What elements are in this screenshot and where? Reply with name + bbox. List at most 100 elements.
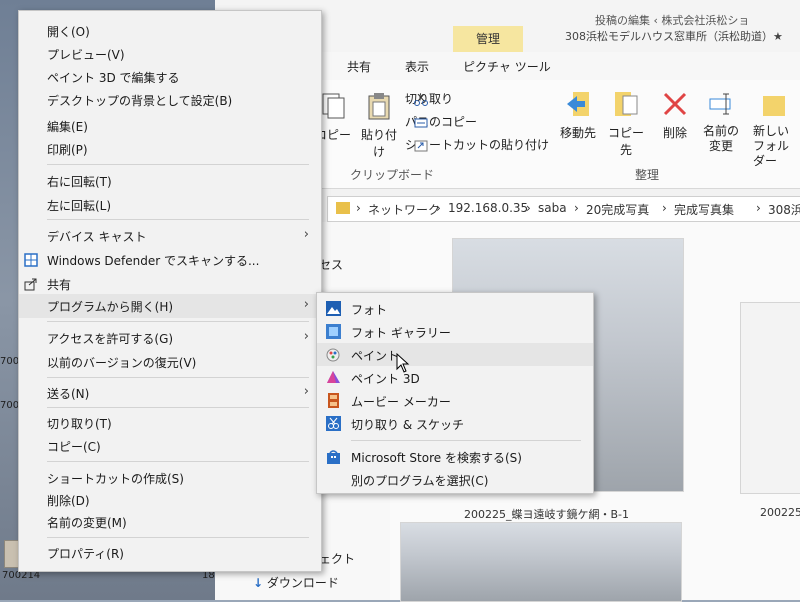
clipboard-icon	[366, 92, 392, 120]
delete-label: 削除	[662, 126, 687, 140]
menu-item-give-access[interactable]: アクセスを許可する(G) ›	[19, 326, 321, 350]
chevron-right-icon: ›	[303, 227, 309, 242]
rename-button[interactable]: 名前の 変更	[699, 90, 743, 154]
browser-tab-title[interactable]: 投稿の編集 ‹ 株式会社浜松ショ	[595, 12, 749, 28]
new-folder-icon	[761, 90, 787, 118]
menu-item-defender-scan[interactable]: Windows Defender でスキャンする...	[19, 248, 321, 272]
chevron-right-icon: ›	[303, 297, 309, 312]
menu-item-device-cast[interactable]: デバイス キャスト ›	[19, 224, 321, 248]
submenu-item-search-store[interactable]: Microsoft Store を検索する(S)	[317, 445, 593, 468]
breadcrumb-folder[interactable]: 20完成写真	[586, 201, 649, 218]
desktop-file-label: 700	[0, 400, 20, 411]
paste-button[interactable]: 貼り付け	[357, 92, 401, 160]
thumbnail-filename: 200225_蝶ヨ遠岐す鏡ケ網・B-1	[464, 508, 630, 521]
menu-item-create-shortcut[interactable]: ショートカットの作成(S)	[19, 466, 321, 490]
chevron-right-icon: ›	[303, 329, 309, 344]
window-title: 308浜松モデルハウス窓車所（浜松助道）★	[565, 30, 783, 43]
folder-icon	[336, 202, 350, 214]
breadcrumb-folder[interactable]: 完成写真集	[674, 201, 734, 218]
breadcrumb-separator: ›	[662, 201, 667, 215]
photos-app-icon	[326, 301, 341, 316]
copy-to-label: コピー先	[607, 126, 644, 157]
menu-item-print[interactable]: 印刷(P)	[19, 137, 321, 161]
address-bar[interactable]: › ネットワーク › 192.168.0.35 › saba › 20完成写真 …	[327, 196, 800, 222]
menu-item-cut[interactable]: 切り取り(T)	[19, 411, 321, 435]
group-label-organize: 整理	[635, 168, 660, 182]
menu-item-edit-paint3d[interactable]: ペイント 3D で編集する	[19, 65, 321, 89]
menu-item-restore-previous-versions[interactable]: 以前のバージョンの復元(V)	[19, 350, 321, 374]
image-thumbnail[interactable]	[740, 302, 800, 494]
submenu-item-choose-another-app[interactable]: 別のプログラムを選択(C)	[317, 468, 593, 491]
nav-downloads[interactable]: ↓ ダウンロード	[253, 574, 339, 591]
menu-item-set-desktop-background[interactable]: デスクトップの背景として設定(B)	[19, 88, 321, 112]
submenu-item-label: フォト ギャラリー	[351, 326, 451, 340]
submenu-item-snip-sketch[interactable]: 切り取り & スケッチ	[317, 412, 593, 435]
menu-item-properties[interactable]: プロパティ(R)	[19, 541, 321, 565]
breadcrumb-network[interactable]: ネットワーク	[368, 201, 440, 218]
menu-item-label: Windows Defender でスキャンする...	[47, 254, 260, 268]
menu-item-rotate-right[interactable]: 右に回転(T)	[19, 169, 321, 193]
submenu-item-paint-3d[interactable]: ペイント 3D	[317, 366, 593, 389]
scissors-icon	[414, 93, 428, 106]
menu-item-label: 削除(D)	[47, 494, 90, 508]
tab-picture-tools[interactable]: ピクチャ ツール	[463, 58, 551, 75]
rename-label-line2: 変更	[708, 139, 733, 153]
menu-item-label: アクセスを許可する(G)	[47, 332, 174, 346]
breadcrumb-host[interactable]: 192.168.0.35	[448, 201, 528, 215]
breadcrumb-folder[interactable]: 308浜	[768, 201, 800, 218]
breadcrumb-share[interactable]: saba	[538, 201, 567, 215]
breadcrumb-separator: ›	[756, 201, 761, 215]
menu-item-label: ペイント 3D で編集する	[47, 71, 180, 85]
delete-button[interactable]: 削除	[655, 90, 695, 141]
nav-3d-objects[interactable]: ェクト	[319, 550, 355, 567]
move-to-button[interactable]: 移動先	[555, 90, 601, 141]
snip-sketch-icon	[326, 416, 341, 431]
open-with-submenu: フォト フォト ギャラリー ペイント ペイント 3D ムービー メーカー 切り取…	[316, 292, 594, 494]
nav-quick-access[interactable]: セス	[319, 256, 343, 273]
menu-item-send-to[interactable]: 送る(N) ›	[19, 381, 321, 405]
menu-separator	[351, 440, 581, 441]
breadcrumb-separator: ›	[436, 201, 441, 215]
path-icon	[414, 117, 428, 129]
cut-button[interactable]: 切り取り	[405, 90, 453, 107]
menu-item-label: 切り取り(T)	[47, 417, 112, 431]
group-label-clipboard: クリップボード	[350, 168, 435, 182]
rename-label-line1: 名前の	[702, 124, 739, 138]
menu-item-label: 名前の変更(M)	[47, 516, 127, 530]
menu-item-open-with[interactable]: プログラムから開く(H) ›	[19, 294, 321, 318]
menu-item-edit[interactable]: 編集(E)	[19, 114, 321, 138]
menu-item-rotate-left[interactable]: 左に回転(L)	[19, 193, 321, 217]
image-thumbnail[interactable]	[400, 522, 682, 602]
delete-x-icon	[662, 90, 688, 118]
copy-icon	[320, 92, 346, 120]
copy-to-button[interactable]: コピー先	[603, 90, 649, 158]
menu-item-label: 共有	[47, 278, 72, 292]
menu-separator	[47, 461, 309, 462]
submenu-item-movie-maker[interactable]: ムービー メーカー	[317, 389, 593, 412]
menu-item-delete[interactable]: 削除(D)	[19, 488, 321, 512]
menu-item-copy[interactable]: コピー(C)	[19, 434, 321, 458]
submenu-item-paint[interactable]: ペイント	[317, 343, 593, 366]
copy-path-button[interactable]: パスのコピー	[405, 113, 477, 130]
tab-view[interactable]: 表示	[405, 58, 429, 75]
paint-3d-icon	[326, 370, 341, 385]
submenu-item-photos[interactable]: フォト	[317, 297, 593, 320]
menu-item-label: プログラムから開く(H)	[47, 300, 174, 314]
menu-item-rename[interactable]: 名前の変更(M)	[19, 510, 321, 534]
tab-share[interactable]: 共有	[347, 58, 371, 75]
menu-item-label: プレビュー(V)	[47, 48, 125, 62]
menu-item-share[interactable]: 共有	[19, 272, 321, 296]
paste-shortcut-button[interactable]: ショートカットの貼り付け	[405, 136, 549, 153]
submenu-item-photo-gallery[interactable]: フォト ギャラリー	[317, 320, 593, 343]
breadcrumb-separator: ›	[526, 201, 531, 215]
submenu-item-label: 切り取り & スケッチ	[351, 418, 464, 432]
tab-manage[interactable]: 管理	[453, 26, 523, 52]
film-strip-icon	[326, 393, 341, 408]
menu-item-preview[interactable]: プレビュー(V)	[19, 42, 321, 66]
store-bag-icon	[326, 449, 341, 464]
new-folder-button[interactable]: 新しい フォルダー	[753, 90, 799, 169]
new-folder-label-line1: 新しい	[753, 124, 790, 138]
menu-item-open[interactable]: 開く(O)	[19, 19, 321, 43]
menu-item-label: 以前のバージョンの復元(V)	[47, 356, 197, 370]
menu-separator	[47, 407, 309, 408]
